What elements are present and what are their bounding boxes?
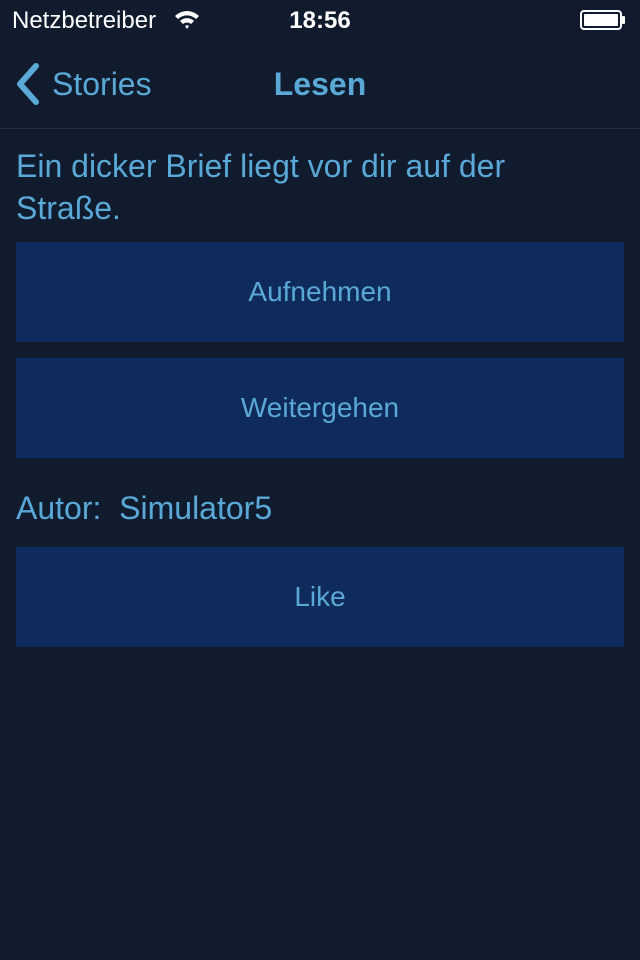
status-bar: Netzbetreiber 18:56 <box>0 0 640 40</box>
like-button[interactable]: Like <box>16 547 624 647</box>
author-name: Simulator5 <box>119 490 273 526</box>
story-text: Ein dicker Brief liegt vor dir auf der S… <box>16 148 506 226</box>
battery-icon <box>580 10 625 30</box>
navigation-bar: Stories Lesen <box>0 40 640 129</box>
status-time: 18:56 <box>289 7 351 34</box>
chevron-left-icon <box>17 63 39 105</box>
back-button[interactable]: Stories <box>12 40 182 128</box>
choice-button-weitergehen[interactable]: Weitergehen <box>16 358 624 458</box>
author-row: Autor: Simulator5 <box>16 490 272 527</box>
author-label: Autor: <box>16 490 102 526</box>
choice-button-aufnehmen[interactable]: Aufnehmen <box>16 242 624 342</box>
back-button-label: Stories <box>52 65 152 102</box>
